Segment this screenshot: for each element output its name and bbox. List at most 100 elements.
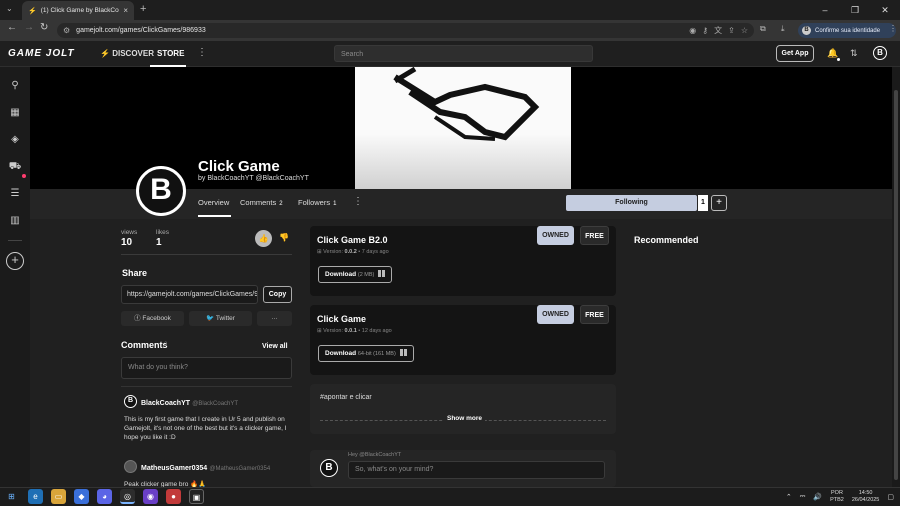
comment-avatar[interactable] (124, 460, 137, 473)
clock-time: 14:50 (858, 489, 873, 496)
add-to-playlist-button[interactable]: + (711, 195, 727, 211)
notification-center-icon[interactable]: ▢ (887, 493, 894, 501)
twitter-label: Twitter (215, 315, 235, 322)
activity-icon[interactable]: ⇅ (850, 48, 858, 59)
app-icon[interactable]: ◆ (74, 489, 89, 504)
app-icon[interactable]: ▣ (189, 489, 204, 504)
maximize-icon[interactable]: ❐ (840, 0, 870, 20)
share-more-button[interactable]: ··· (257, 311, 292, 326)
clock[interactable]: 14:50 26/04/2025 (852, 490, 880, 504)
comment-author[interactable]: MatheusGamer0354 (141, 465, 207, 472)
location-icon[interactable]: ◉ (689, 26, 696, 35)
library-rail-icon[interactable]: ▥ (8, 214, 22, 228)
notifications-bell-icon[interactable]: 🔔 (827, 48, 838, 59)
tab-overview[interactable]: Overview (198, 198, 229, 207)
copy-button[interactable]: Copy (263, 286, 292, 303)
header-more-icon[interactable]: ⋮ (353, 196, 363, 207)
share-url-field[interactable]: https://gamejolt.com/games/ClickGames/98… (121, 285, 258, 304)
banner-image (355, 67, 571, 189)
bookmark-star-icon[interactable]: ☆ (741, 26, 748, 35)
comment-author[interactable]: BlackCoachYT (141, 400, 190, 407)
discord-icon[interactable]: ◕ (97, 489, 112, 504)
windows-icon: ⊞ (317, 328, 322, 334)
game-avatar[interactable]: B (136, 166, 186, 216)
build-age: 12 days ago (361, 328, 392, 334)
browser-tab-bar (0, 0, 900, 20)
start-windows-icon[interactable]: ⊞ (4, 489, 19, 504)
edge-browser-icon[interactable]: e (28, 489, 43, 504)
comment-text: This is my first game that I create in U… (124, 416, 287, 441)
add-community-icon[interactable]: + (6, 252, 24, 270)
like-thumbs-up-icon[interactable]: 👍 (255, 230, 272, 247)
back-icon[interactable]: ← (7, 22, 17, 33)
likes-count: 1 (156, 237, 162, 248)
following-button[interactable]: Following (566, 195, 697, 211)
facebook-share-button[interactable]: ⓕ Facebook (121, 311, 184, 326)
download-button[interactable]: Download (2 MB) (318, 266, 393, 283)
nav-discover[interactable]: ⚡ DISCOVER (100, 49, 154, 58)
search-input[interactable]: Search (334, 45, 593, 62)
build-title: Click Game (317, 314, 367, 324)
language-indicator[interactable]: POR PTB2 (830, 490, 844, 504)
tab-followers[interactable]: Followers 1 (298, 198, 336, 207)
download-label: Download (325, 271, 357, 278)
windows-taskbar (0, 487, 900, 506)
identity-button[interactable]: B Confirme sua identidade (798, 23, 896, 38)
twitter-share-button[interactable]: 🐦 Twitter (189, 311, 252, 326)
download-label: Download (325, 350, 357, 357)
comments-heading: Comments (121, 340, 168, 350)
post-avatar: B (320, 459, 338, 477)
windows-icon (378, 270, 386, 277)
facebook-icon: ⓕ (134, 315, 141, 322)
post-input[interactable]: So, what's on your mind? (348, 461, 605, 479)
nav-store[interactable]: STORE (157, 49, 184, 58)
password-key-icon[interactable]: ⚷ (702, 26, 708, 35)
chrome-icon[interactable]: ◎ (120, 489, 135, 504)
browser-menu-icon[interactable]: ⋮ (889, 24, 897, 33)
comment-input[interactable]: What do you think? (121, 357, 292, 379)
tab-comments[interactable]: Comments 2 (240, 198, 283, 207)
gamejolt-logo[interactable]: GAME JOLT (8, 48, 75, 59)
new-tab-icon[interactable]: + (140, 3, 146, 15)
facebook-label: Facebook (142, 315, 171, 322)
translate-icon[interactable]: 文 (714, 25, 722, 36)
shop-cart-icon[interactable]: ⛟ (8, 160, 22, 174)
build-age: 7 days ago (361, 249, 389, 255)
scrollbar-thumb[interactable] (894, 90, 898, 480)
browser-tab[interactable]: ⚡ (1) Click Game by BlackCoachYT × (22, 1, 134, 20)
volume-icon[interactable]: 🔊 (813, 493, 822, 501)
file-explorer-icon[interactable]: ▭ (51, 489, 66, 504)
address-bar[interactable]: ⚙ gamejolt.com/games/ClickGames/986933 ◉… (57, 23, 754, 38)
discover-rail-icon[interactable]: ⚲ (8, 79, 22, 93)
share-icon[interactable]: ⇪ (728, 26, 735, 35)
forward-icon[interactable]: → (24, 22, 34, 33)
close-tab-icon[interactable]: × (123, 6, 128, 15)
tray-chevron-icon[interactable]: ⌃ (786, 493, 792, 501)
show-more-button[interactable]: Show more (444, 415, 486, 422)
comment-avatar[interactable]: B (124, 395, 137, 408)
view-all-comments-link[interactable]: View all (262, 343, 288, 350)
nav-more-icon[interactable]: ⋮ (197, 47, 207, 58)
inventory-rail-icon[interactable]: ◈ (8, 133, 22, 147)
app-icon[interactable]: ● (166, 489, 181, 504)
game-byline[interactable]: by BlackCoachYT @BlackCoachYT (198, 175, 309, 182)
tab-search-icon[interactable]: ⌄ (6, 4, 13, 13)
downloads-icon[interactable]: ⤓ (781, 24, 785, 34)
app-icon[interactable]: ◉ (143, 489, 158, 504)
extensions-icon[interactable]: ⧉ (760, 24, 766, 34)
close-window-icon[interactable]: ✕ (870, 0, 900, 20)
discover-icon: ⚡ (100, 49, 110, 58)
minimize-icon[interactable]: – (810, 0, 840, 20)
reload-icon[interactable]: ↻ (40, 22, 48, 33)
chat-rail-icon[interactable]: ☰ (8, 187, 22, 201)
download-button[interactable]: Download 64-bit (161 MB) (318, 345, 414, 362)
comments-count: 2 (164, 342, 168, 348)
user-avatar[interactable]: B (873, 46, 887, 60)
get-app-button[interactable]: Get App (776, 45, 814, 62)
site-info-icon[interactable]: ⚙ (63, 26, 70, 35)
network-icon[interactable]: ⎓ (800, 493, 806, 501)
dislike-thumbs-down-icon[interactable]: 👎 (279, 233, 289, 242)
store-rail-icon[interactable]: ▦ (8, 106, 22, 120)
description-box (310, 384, 616, 434)
description-tag[interactable]: #apontar e clicar (320, 394, 372, 401)
